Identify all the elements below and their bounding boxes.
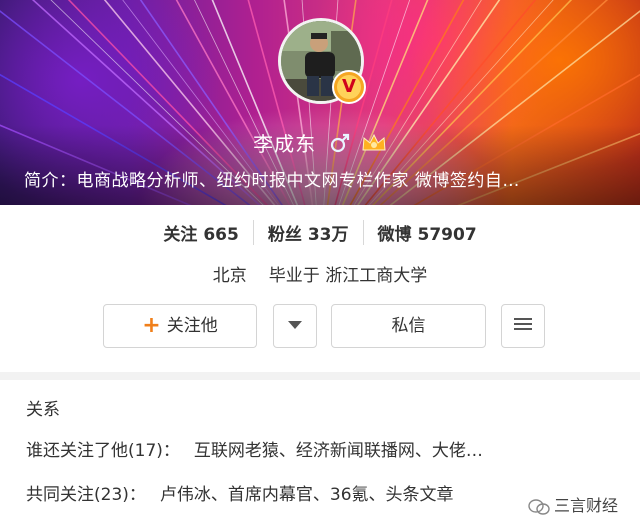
profile-stats: 关注 665 粉丝 33万 微博 57907 bbox=[0, 220, 640, 245]
profile-location: 北京 毕业于 浙江工商大学 bbox=[0, 261, 640, 286]
profile-banner: V 李成东 简介：电商战略分析师、纽约时报中文网专栏作家 微博签约自… bbox=[0, 0, 640, 205]
chevron-down-icon bbox=[288, 320, 302, 329]
stat-posts-label: 微博 bbox=[377, 225, 412, 245]
wechat-icon bbox=[528, 498, 550, 515]
stat-posts-value: 57907 bbox=[417, 225, 477, 245]
profile-name-row: 李成东 bbox=[0, 128, 640, 157]
school-prefix: 毕业于 bbox=[268, 266, 320, 286]
message-button[interactable]: 私信 bbox=[331, 304, 486, 348]
followers-also-row[interactable]: 谁还关注了他(17)： 互联网老猿、经济新闻联播网、大佬… bbox=[26, 436, 483, 461]
message-button-label: 私信 bbox=[391, 316, 426, 336]
follow-button-label: 关注他 bbox=[166, 316, 218, 336]
stat-posts[interactable]: 微博 57907 bbox=[362, 220, 491, 245]
mutual-follow-row[interactable]: 共同关注(23)： 卢伟冰、首席内幕官、36氪、头条文章 bbox=[26, 480, 454, 505]
location-city: 北京 bbox=[212, 266, 247, 286]
more-menu-button[interactable] bbox=[501, 304, 545, 348]
stat-followers-label: 粉丝 bbox=[267, 225, 302, 245]
stat-followers-value: 33万 bbox=[307, 225, 349, 245]
mutual-follow-label: 共同关注(23)： bbox=[26, 485, 146, 505]
relations-title: 关系 bbox=[26, 400, 60, 420]
watermark: 三言财经 bbox=[521, 492, 624, 520]
mutual-follow-names: 卢伟冰、首席内幕官、36氪、头条文章 bbox=[159, 485, 454, 505]
hamburger-menu-icon bbox=[514, 315, 532, 333]
stat-followers[interactable]: 粉丝 33万 bbox=[252, 220, 363, 245]
vip-crown-icon[interactable] bbox=[361, 132, 387, 154]
profile-intro[interactable]: 简介：电商战略分析师、纽约时报中文网专栏作家 微博签约自… bbox=[24, 166, 624, 191]
followers-also-names: 互联网老猿、经济新闻联播网、大佬… bbox=[193, 441, 483, 461]
stat-following-value: 665 bbox=[203, 225, 239, 245]
stat-following[interactable]: 关注 665 bbox=[149, 220, 253, 245]
verified-badge-icon: V bbox=[332, 70, 366, 104]
stat-following-label: 关注 bbox=[163, 225, 198, 245]
follow-options-dropdown-button[interactable] bbox=[273, 304, 317, 348]
profile-name: 李成东 bbox=[253, 132, 317, 156]
plus-icon: + bbox=[142, 313, 161, 338]
followers-also-label: 谁还关注了他(17)： bbox=[26, 441, 180, 461]
male-gender-icon bbox=[330, 133, 349, 152]
follow-button[interactable]: + 关注他 bbox=[103, 304, 257, 348]
watermark-text: 三言财经 bbox=[553, 496, 618, 515]
section-divider bbox=[0, 372, 640, 380]
school-name: 浙江工商大学 bbox=[325, 266, 428, 286]
